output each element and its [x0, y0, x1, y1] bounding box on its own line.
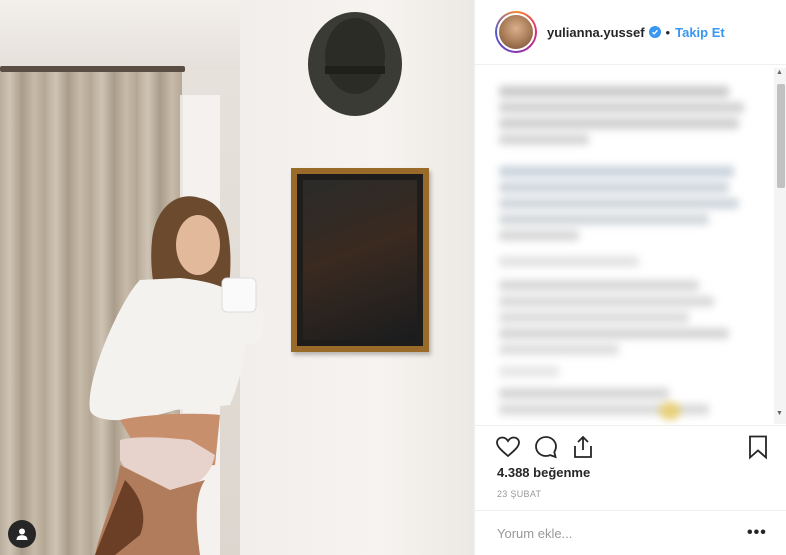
username-link[interactable]: yulianna.yussef: [547, 25, 645, 40]
photo-hat: [308, 12, 402, 116]
follow-button[interactable]: Takip Et: [675, 25, 725, 40]
likes-count[interactable]: 4.388 beğenme: [497, 465, 590, 480]
comment-input[interactable]: Yorum ekle...: [497, 526, 572, 541]
more-options-button[interactable]: •••: [747, 524, 767, 542]
share-icon[interactable]: [570, 434, 596, 460]
post-photo[interactable]: [0, 0, 474, 555]
photo-person: [89, 196, 265, 555]
scroll-down-arrow-icon[interactable]: ▼: [776, 410, 783, 417]
add-comment-bar: Yorum ekle... •••: [475, 510, 786, 555]
photo-painting-frame: [291, 168, 429, 352]
instagram-post-view: yulianna.yussef • Takip Et ▲ ▼ 4.388 beğ…: [0, 0, 786, 555]
post-side-panel: yulianna.yussef • Takip Et ▲ ▼ 4.388 beğ…: [474, 0, 786, 555]
profile-avatar[interactable]: [495, 11, 537, 53]
tagged-users-button[interactable]: [8, 520, 36, 548]
photo-painting: [303, 180, 417, 340]
verified-badge-icon: [648, 26, 661, 38]
user-icon: [16, 528, 28, 540]
post-header: yulianna.yussef • Takip Et: [475, 0, 786, 65]
post-actions: [475, 425, 786, 465]
avatar-image: [497, 13, 535, 51]
bookmark-icon[interactable]: [745, 434, 771, 460]
post-date[interactable]: 23 ŞUBAT: [497, 489, 541, 499]
comments-list[interactable]: [475, 66, 786, 424]
heart-icon[interactable]: [495, 434, 521, 460]
photo-ceiling: [0, 0, 240, 70]
scrollbar-thumb[interactable]: [777, 84, 785, 188]
comment-icon[interactable]: [533, 434, 559, 460]
scroll-up-arrow-icon[interactable]: ▲: [776, 69, 783, 76]
header-separator: •: [665, 24, 671, 40]
